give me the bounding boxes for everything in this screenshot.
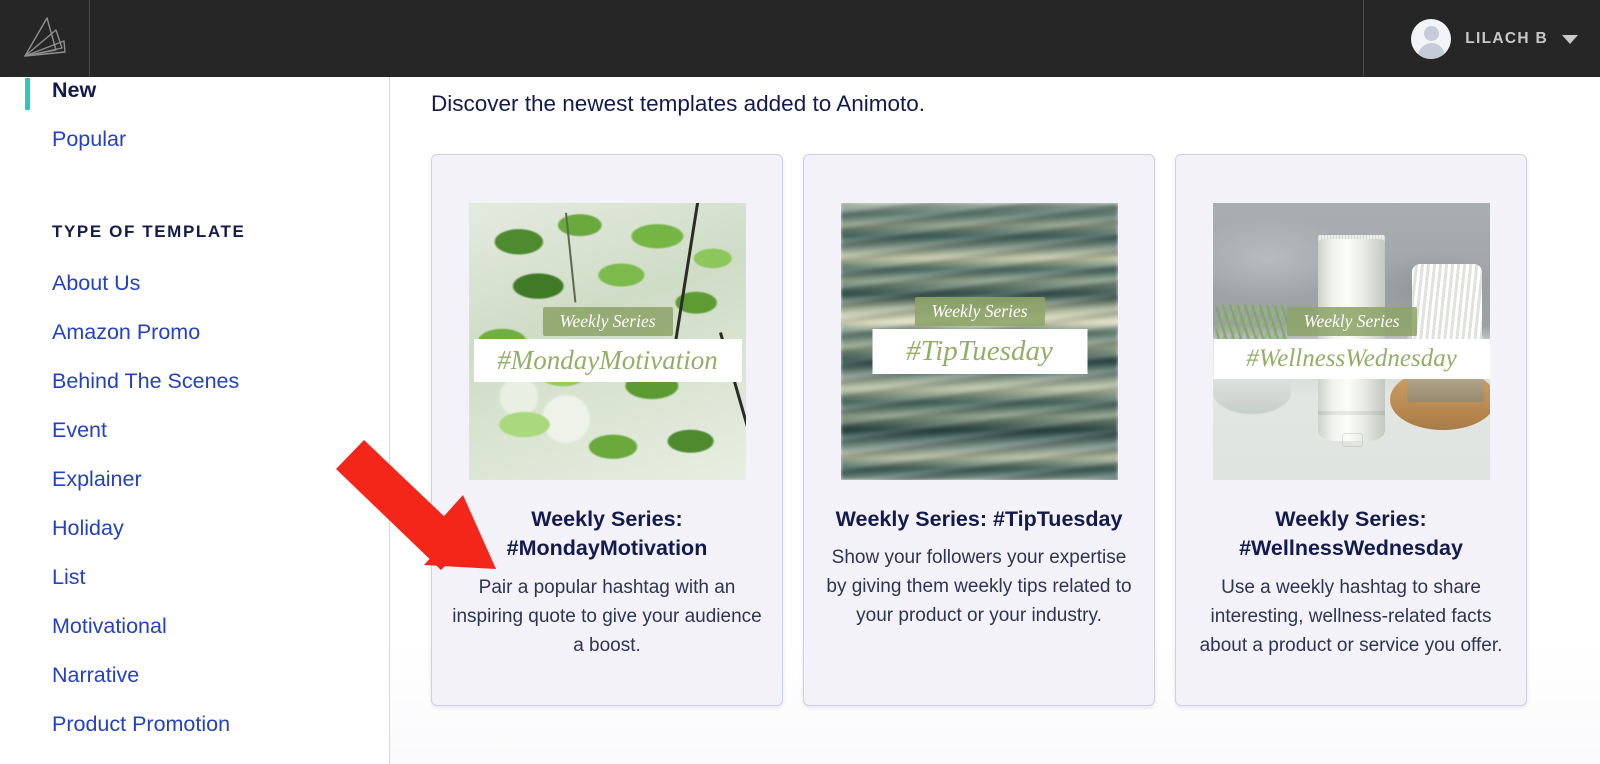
active-indicator-bar [25, 78, 30, 110]
sidebar-item-behind-the-scenes[interactable]: Behind The Scenes [0, 368, 239, 394]
page-lead-text: Discover the newest templates added to A… [431, 91, 926, 116]
thumbnail-series-label: Weekly Series [914, 297, 1045, 326]
avatar-body [1417, 42, 1445, 59]
thumbnail-hashtag-label: #WellnessWednesday [1213, 339, 1490, 379]
sidebar-item-label: New [52, 78, 97, 102]
sidebar-item-explainer[interactable]: Explainer [0, 466, 142, 492]
avatar-head [1423, 25, 1439, 41]
sidebar: New Popular TYPE OF TEMPLATE About Us Am… [0, 77, 390, 764]
avatar [1411, 18, 1452, 59]
cotton-swabs-prop [1412, 263, 1482, 348]
sidebar-item-label: List [52, 565, 86, 589]
account-menu[interactable]: LILACH B [1411, 0, 1578, 77]
sidebar-section-title: TYPE OF TEMPLATE [52, 222, 246, 241]
sidebar-item-label: Motivational [52, 614, 167, 638]
animoto-logo[interactable] [18, 10, 74, 66]
card-title: Weekly Series: #MondayMotivation [506, 507, 708, 560]
card-title: Weekly Series: #TipTuesday [835, 507, 1123, 531]
sidebar-item-label: Behind The Scenes [52, 369, 240, 393]
animoto-logo-icon [24, 17, 66, 57]
sidebar-item-label: Holiday [52, 516, 124, 540]
sidebar-item-list[interactable]: List [0, 564, 85, 590]
template-card[interactable]: Weekly Series #MondayMotivation Weekly S… [431, 154, 783, 706]
top-navigation-bar: LILACH B [0, 0, 1600, 77]
app-root: LILACH B New Popular TYPE OF TEMPLATE Ab… [0, 0, 1600, 764]
card-description: Pair a popular hashtag with an inspiring… [452, 577, 762, 656]
sidebar-item-label: About Us [52, 271, 141, 295]
sidebar-item-amazon-promo[interactable]: Amazon Promo [0, 319, 200, 345]
chevron-down-icon [1562, 35, 1578, 44]
template-card[interactable]: Weekly Series #TipTuesday Weekly Series:… [803, 154, 1155, 706]
template-card[interactable]: Weekly Series #WellnessWednesday Weekly … [1175, 154, 1527, 706]
tube-slot [1341, 432, 1364, 448]
thumbnail-series-label: Weekly Series [542, 307, 673, 336]
main-content: Discover the newest templates added to A… [390, 77, 1600, 764]
card-title: Weekly Series: #WellnessWednesday [1239, 507, 1463, 560]
thumbnail-series-label: Weekly Series [1286, 307, 1417, 336]
sidebar-item-new[interactable]: New [0, 77, 97, 110]
sidebar-item-event[interactable]: Event [0, 417, 107, 443]
template-thumbnail: Weekly Series #WellnessWednesday [1213, 203, 1490, 480]
card-description: Use a weekly hashtag to share interestin… [1199, 577, 1503, 656]
sidebar-item-motivational[interactable]: Motivational [0, 613, 167, 639]
sidebar-item-product-promotion[interactable]: Product Promotion [0, 711, 230, 737]
sidebar-item-label: Explainer [52, 467, 142, 491]
template-thumbnail: Weekly Series #TipTuesday [841, 203, 1118, 480]
tube-seam [1318, 410, 1385, 415]
topbar-divider-left [89, 0, 90, 77]
sidebar-item-label: Event [52, 418, 107, 442]
template-thumbnail: Weekly Series #MondayMotivation [469, 203, 746, 480]
card-description: Show your followers your expertise by gi… [826, 547, 1132, 626]
thumbnail-hashtag-label: #MondayMotivation [473, 339, 742, 382]
sidebar-item-popular[interactable]: Popular [0, 126, 126, 152]
sidebar-item-label: Product Promotion [52, 712, 231, 736]
thumbnail-hashtag-label: #TipTuesday [872, 329, 1087, 374]
sidebar-item-about-us[interactable]: About Us [0, 270, 140, 296]
account-name: LILACH B [1465, 29, 1548, 47]
sidebar-item-holiday[interactable]: Holiday [0, 515, 124, 541]
topbar-divider-right [1363, 0, 1364, 77]
sidebar-item-label: Narrative [52, 663, 140, 687]
sidebar-item-label: Amazon Promo [52, 320, 201, 344]
sidebar-item-label: Popular [52, 127, 127, 151]
sidebar-item-narrative[interactable]: Narrative [0, 662, 139, 688]
